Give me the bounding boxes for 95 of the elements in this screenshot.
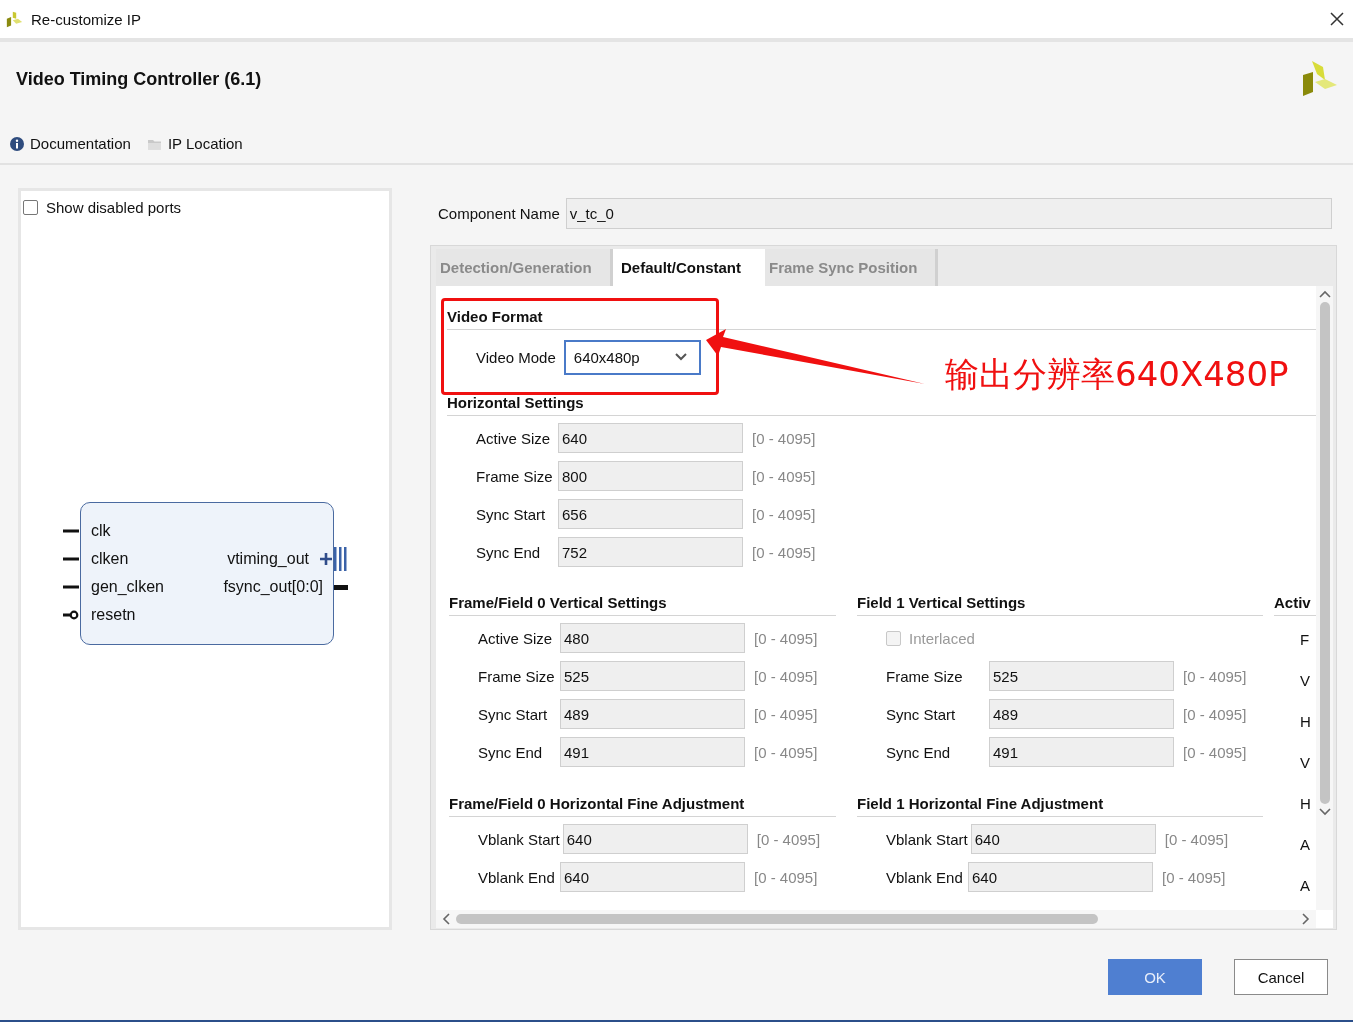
section-title: Horizontal Settings bbox=[447, 393, 1316, 416]
port-name: clk bbox=[91, 522, 111, 540]
field-label: H bbox=[1300, 713, 1312, 730]
link[interactable]: IP Location bbox=[167, 135, 243, 152]
section-title: Frame/Field 0 Horizontal Fine Adjustment bbox=[449, 794, 836, 817]
close-icon[interactable] bbox=[1330, 12, 1344, 26]
dialog-title: Video Timing Controller (6.1) bbox=[16, 69, 262, 90]
range-hint: [0 - 4095] bbox=[752, 505, 816, 523]
field-label: H bbox=[1300, 795, 1312, 812]
scroll-up-icon[interactable] bbox=[1318, 290, 1331, 298]
input-field[interactable]: 489 bbox=[989, 699, 1174, 729]
field-label: Sync Start bbox=[886, 705, 957, 723]
input-field[interactable]: 525 bbox=[989, 661, 1174, 691]
scroll-down-icon[interactable] bbox=[1318, 808, 1331, 816]
range-hint: [0 - 4095] bbox=[1183, 667, 1247, 685]
tab[interactable]: Default/Constant bbox=[613, 249, 765, 286]
bus-interface-icon bbox=[334, 547, 347, 571]
input-field[interactable]: 752 bbox=[558, 537, 743, 567]
field-label: Sync Start bbox=[476, 505, 547, 523]
range-hint: [0 - 4095] bbox=[752, 429, 816, 447]
checkbox-label: Show disabled ports bbox=[46, 199, 182, 216]
port-name: resetn bbox=[91, 606, 136, 624]
field-label: Video Mode bbox=[476, 348, 556, 366]
field-label: Frame Size bbox=[476, 467, 554, 485]
range-hint: [0 - 4095] bbox=[754, 629, 818, 647]
field-label: Active Size bbox=[476, 429, 552, 447]
field-label: F bbox=[1300, 631, 1311, 648]
range-hint: [0 - 4095] bbox=[1183, 743, 1247, 761]
port-name: gen_clken bbox=[91, 578, 164, 596]
checkbox-label: Interlaced bbox=[909, 629, 975, 647]
scroll-left-icon[interactable] bbox=[442, 913, 450, 925]
link[interactable]: Documentation bbox=[30, 135, 131, 152]
checkbox[interactable] bbox=[23, 200, 38, 215]
range-hint: [0 - 4095] bbox=[756, 830, 821, 848]
input-field[interactable]: 491 bbox=[989, 737, 1174, 767]
horizontal-scrollbar[interactable] bbox=[436, 910, 1316, 928]
range-hint: [0 - 4095] bbox=[754, 868, 818, 886]
input-field[interactable]: 656 bbox=[558, 499, 743, 529]
field-label: A bbox=[1300, 836, 1311, 853]
port-name: clken bbox=[91, 550, 129, 568]
port-name: fsync_out[0:0] bbox=[223, 578, 323, 596]
pin-line bbox=[63, 557, 79, 561]
field-label: Component Name bbox=[438, 205, 560, 222]
field-label: V bbox=[1300, 754, 1311, 771]
field-label: Vblank Start bbox=[886, 830, 968, 848]
info-icon bbox=[10, 136, 24, 151]
field-label: Sync End bbox=[886, 743, 952, 761]
input-field[interactable]: 640 bbox=[970, 824, 1156, 854]
input-field[interactable]: 480 bbox=[560, 623, 745, 653]
field-label: Frame Size bbox=[478, 667, 556, 685]
input-field[interactable]: 491 bbox=[560, 737, 745, 767]
field-label: Sync Start bbox=[478, 705, 549, 723]
section-title: Field 1 Vertical Settings bbox=[857, 593, 1263, 616]
logo-icon bbox=[1303, 61, 1339, 97]
field-label: A bbox=[1300, 877, 1311, 894]
field-label: Vblank End bbox=[478, 868, 556, 886]
field-label: Active Size bbox=[478, 629, 554, 647]
range-hint: [0 - 4095] bbox=[754, 743, 818, 761]
range-hint: [0 - 4095] bbox=[1164, 830, 1229, 848]
range-hint: [0 - 4095] bbox=[1162, 868, 1226, 886]
field-label: Vblank Start bbox=[478, 830, 560, 848]
input-field[interactable]: 640 bbox=[558, 423, 743, 453]
vertical-scrollbar[interactable] bbox=[1316, 286, 1333, 910]
input-field[interactable]: 640 bbox=[562, 824, 748, 854]
range-hint: [0 - 4095] bbox=[752, 467, 816, 485]
input-field[interactable]: 800 bbox=[558, 461, 743, 491]
field-label: Sync End bbox=[476, 543, 542, 561]
port-name: vtiming_out bbox=[227, 550, 309, 568]
section-title: Field 1 Horizontal Fine Adjustment bbox=[857, 794, 1263, 817]
chevron-down-icon bbox=[674, 353, 687, 361]
scroll-right-icon[interactable] bbox=[1302, 913, 1310, 925]
input-field[interactable]: 525 bbox=[560, 661, 745, 691]
range-hint: [0 - 4095] bbox=[754, 705, 818, 723]
window-title: Re-customize IP bbox=[31, 10, 143, 28]
range-hint: [0 - 4095] bbox=[754, 667, 818, 685]
input-field[interactable]: 489 bbox=[560, 699, 745, 729]
pin-line bbox=[63, 529, 79, 533]
logo-icon bbox=[6, 10, 23, 28]
field-label: Sync End bbox=[478, 743, 544, 761]
section-title: Frame/Field 0 Vertical Settings bbox=[449, 593, 836, 616]
field-label: Vblank End bbox=[886, 868, 964, 886]
field-label: V bbox=[1300, 672, 1311, 689]
cancel-button[interactable]: Cancel bbox=[1234, 959, 1328, 995]
field-label: Frame Size bbox=[886, 667, 964, 685]
component-name-field[interactable]: v_tc_0 bbox=[565, 198, 1332, 229]
input-field[interactable]: 640 bbox=[968, 862, 1153, 892]
range-hint: [0 - 4095] bbox=[1183, 705, 1247, 723]
section-title: Video Format bbox=[447, 307, 1316, 330]
annotation-text: 输出分辨率640X480P bbox=[945, 353, 1289, 396]
range-hint: [0 - 4095] bbox=[752, 543, 816, 561]
pin-line bbox=[63, 585, 79, 589]
expand-icon[interactable] bbox=[319, 552, 333, 566]
input-field[interactable]: 640 bbox=[560, 862, 745, 892]
video-mode-dropdown[interactable]: 640x480p bbox=[563, 339, 701, 375]
inverted-pin-icon bbox=[63, 610, 79, 620]
